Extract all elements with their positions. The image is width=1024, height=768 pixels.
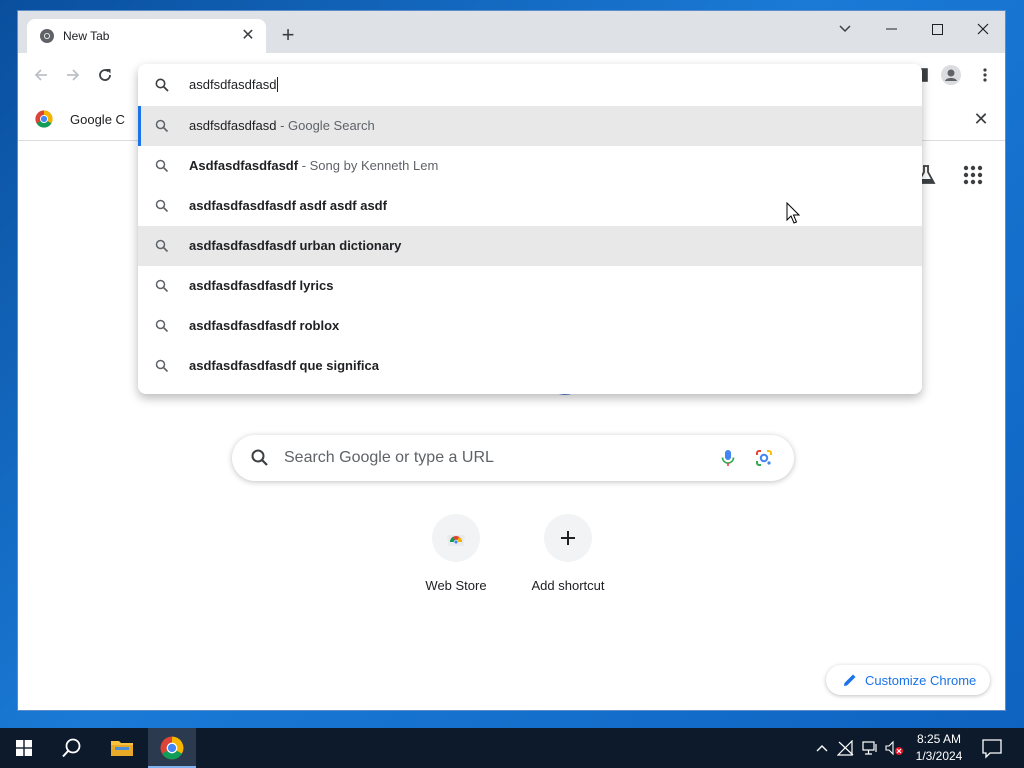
system-clock[interactable]: 8:25 AM 1/3/2024 — [908, 731, 970, 765]
search-icon — [155, 319, 169, 333]
maximize-icon — [931, 23, 943, 35]
clock-date: 1/3/2024 — [915, 749, 963, 763]
chrome-window: New Tab ✕ + Google C ✕ Search Google or … — [17, 10, 1006, 711]
bookmark-label[interactable]: Google C — [70, 112, 125, 127]
maximize-button[interactable] — [914, 14, 960, 44]
avatar-icon — [941, 65, 961, 85]
arrow-right-icon — [67, 69, 80, 81]
suggestion-item[interactable]: asdfasdfasdfasdf lyrics — [138, 266, 922, 306]
search-icon — [62, 738, 81, 758]
network-disconnected-icon — [837, 740, 854, 756]
suggestion-subtext: - Google Search — [276, 118, 375, 133]
chrome-logo-icon — [35, 110, 53, 128]
customize-chrome-label: Customize Chrome — [865, 672, 977, 688]
search-icon — [155, 199, 169, 213]
suggestion-text: asdfasdfasdfasdf roblox — [189, 318, 340, 333]
reload-button[interactable] — [94, 64, 116, 86]
ethernet-icon — [862, 741, 877, 755]
forward-button[interactable] — [62, 64, 84, 86]
suggestion-text: asdfasdfasdfasdf que significa — [189, 358, 379, 373]
search-icon — [155, 239, 169, 253]
close-icon — [977, 23, 989, 35]
omnibox[interactable]: asdfsdfasdfasd — [138, 64, 922, 106]
close-window-button[interactable] — [960, 14, 1005, 44]
reload-icon — [99, 69, 111, 81]
bookmark-bar-close-icon[interactable]: ✕ — [971, 109, 991, 129]
ntp-search-input[interactable]: Search Google or type a URL — [284, 435, 494, 481]
tray-ethernet[interactable] — [860, 738, 880, 758]
shortcut-label: Add shortcut — [531, 578, 605, 593]
clock-time: 8:25 AM — [916, 732, 962, 746]
notification-center-icon[interactable] — [980, 736, 1004, 760]
minimize-button[interactable] — [868, 14, 914, 44]
tab-new-tab[interactable]: New Tab ✕ — [27, 19, 266, 53]
kebab-menu-icon — [983, 68, 987, 82]
chevron-up-icon — [816, 745, 828, 752]
suggestion-text: asdfsdfasdfasd — [189, 118, 277, 133]
suggestion-subtext: - Song by Kenneth Lem — [298, 158, 439, 173]
arrow-left-icon — [34, 69, 47, 81]
search-icon — [155, 359, 169, 373]
chrome-logo-icon — [160, 736, 184, 760]
ntp-search-box[interactable]: Search Google or type a URL — [232, 435, 794, 481]
suggestion-item[interactable]: asdfasdfasdfasdf roblox — [138, 306, 922, 346]
suggestion-item[interactable]: asdfasdfasdfasdf asdf asdf asdf — [138, 186, 922, 226]
tab-strip: New Tab ✕ + — [18, 11, 1005, 53]
tab-close-icon[interactable]: ✕ — [240, 28, 256, 44]
windows-logo-icon — [16, 740, 32, 756]
search-icon — [155, 279, 169, 293]
suggestion-text: Asdfasdfasdfasdf — [189, 158, 299, 173]
shortcut-tile — [432, 514, 480, 562]
pencil-icon — [844, 674, 856, 686]
webstore-icon — [447, 535, 465, 546]
chevron-down-icon — [839, 25, 851, 33]
google-lens-icon[interactable] — [754, 448, 774, 468]
omnibox-dropdown: asdfsdfasdfasd asdfsdfasdfasd - Google S… — [138, 64, 922, 394]
shortcut-label: Web Store — [425, 578, 487, 593]
tab-search-button[interactable] — [822, 14, 868, 44]
search-icon — [155, 159, 169, 173]
shortcut-add[interactable]: Add shortcut — [512, 514, 624, 593]
back-button[interactable] — [30, 64, 52, 86]
suggestion-item[interactable]: Asdfasdfasdfasdf - Song by Kenneth Lem — [138, 146, 922, 186]
taskbar-search-button[interactable] — [48, 728, 96, 768]
chrome-favicon-icon — [40, 29, 54, 43]
mouse-cursor-icon — [786, 202, 800, 224]
suggestion-text: asdfasdfasdfasdf urban dictionary — [189, 238, 402, 253]
omnibox-input[interactable]: asdfsdfasdfasd — [189, 77, 278, 92]
search-icon — [155, 78, 169, 92]
suggestion-text: asdfasdfasdfasdf lyrics — [189, 278, 334, 293]
suggestion-item[interactable]: asdfasdfasdfasdf urban dictionary — [138, 226, 922, 266]
folder-icon — [111, 741, 133, 756]
suggestion-text: asdfasdfasdfasdf asdf asdf asdf — [189, 198, 387, 213]
new-tab-button[interactable]: + — [276, 24, 300, 48]
search-icon — [155, 119, 169, 133]
suggestion-item[interactable]: asdfasdfasdfasdf que significa — [138, 346, 922, 386]
tab-title: New Tab — [63, 29, 110, 43]
file-explorer-button[interactable] — [98, 728, 146, 768]
customize-chrome-button[interactable]: Customize Chrome — [826, 665, 990, 695]
microphone-icon[interactable] — [718, 448, 738, 468]
profile-button[interactable] — [940, 64, 962, 86]
suggestion-item[interactable]: asdfsdfasdfasd - Google Search — [138, 106, 922, 146]
google-apps-icon[interactable] — [961, 163, 985, 187]
tray-network-status[interactable] — [836, 738, 856, 758]
start-button[interactable] — [0, 728, 48, 768]
selection-indicator — [138, 106, 141, 146]
shortcut-web-store[interactable]: Web Store — [400, 514, 512, 593]
chrome-taskbar-button[interactable] — [148, 728, 196, 768]
show-hidden-icons-button[interactable] — [812, 738, 832, 758]
chrome-menu-button[interactable] — [974, 64, 996, 86]
minimize-icon — [885, 28, 897, 30]
taskbar: 8:25 AM 1/3/2024 — [0, 728, 1024, 768]
volume-muted-icon — [885, 740, 903, 756]
plus-icon — [561, 531, 575, 545]
tray-volume[interactable] — [884, 738, 904, 758]
search-icon — [251, 449, 268, 466]
shortcut-tile — [544, 514, 592, 562]
